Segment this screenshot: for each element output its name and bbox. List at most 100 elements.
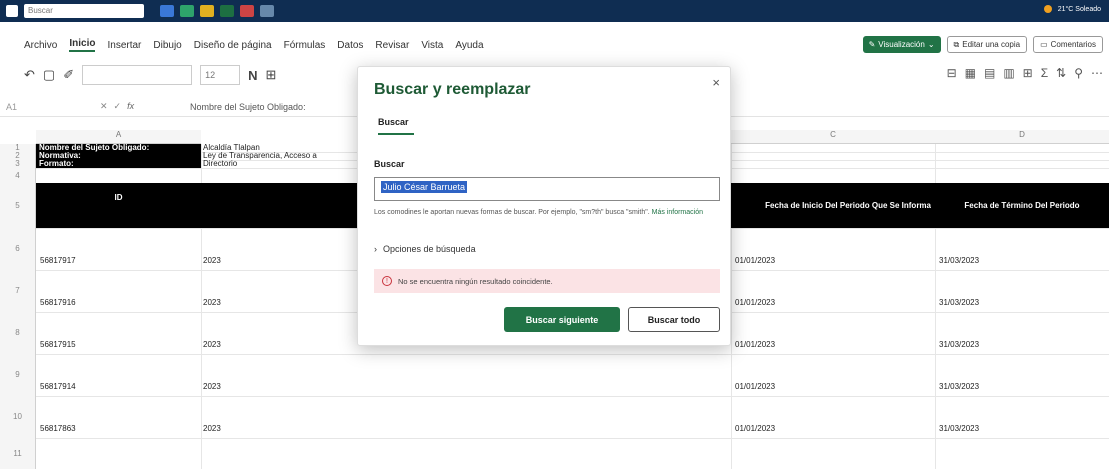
row-number[interactable]: 10 [0,396,36,438]
comment-icon: ▭ [1040,40,1048,49]
column-header-d[interactable]: D [935,130,1109,144]
toolbar-right: ⊟ ▦ ▤ ▥ ⊞ Σ ⇅ ⚲ ⋯ [947,66,1103,80]
font-size-select[interactable]: 12 [200,65,241,85]
tab-2[interactable]: Insertar [107,40,141,51]
confirm-icon[interactable]: ✓ [114,101,122,112]
cell-end-date[interactable]: 31/03/2023 [939,424,1099,433]
bold-button[interactable]: N [248,68,257,83]
search-options-toggle[interactable]: › Opciones de búsqueda [374,244,476,254]
header-id[interactable]: ID [36,183,201,228]
insert-icon[interactable]: ⊞ [1023,66,1033,80]
header-end-date[interactable]: Fecha de Término Del Periodo [935,183,1109,228]
cell-year[interactable]: 2023 [203,424,353,433]
cell-id[interactable]: 56817916 [40,298,190,307]
row-number[interactable]: 9 [0,354,36,396]
tab-9[interactable]: Ayuda [455,40,483,51]
column-header-c[interactable]: C [731,130,935,144]
excel-app-icon[interactable] [220,5,234,17]
tab-4[interactable]: Diseño de página [194,40,272,51]
cell-year[interactable]: 2023 [203,340,353,349]
tab-5[interactable]: Fórmulas [284,40,326,51]
find-next-button[interactable]: Buscar siguiente [504,307,620,332]
row-number[interactable]: 4 [0,168,36,183]
cell-year[interactable]: 2023 [203,382,353,391]
find-replace-dialog: Buscar y reemplazar × Buscar Buscar Juli… [357,66,731,346]
formula-input[interactable]: Nombre del Sujeto Obligado: [190,102,306,112]
meta-value[interactable]: Alcaldía Tlalpan [203,144,363,152]
meta-value[interactable]: Directorio [203,160,363,168]
tab-7[interactable]: Revisar [375,40,409,51]
cell-id[interactable]: 56817915 [40,340,190,349]
cell-start-date[interactable]: 01/01/2023 [735,340,925,349]
view-mode-button[interactable]: ✎ Visualización ⌄ [862,36,941,53]
comments-button[interactable]: ▭ Comentarios [1033,36,1103,53]
format-painter-icon[interactable]: ✐ [63,67,74,83]
app-icon[interactable] [200,5,214,17]
cell-end-date[interactable]: 31/03/2023 [939,256,1099,265]
app-icon[interactable] [160,5,174,17]
tab-1[interactable]: Inicio [69,38,96,52]
start-icon[interactable] [6,5,18,17]
row-gridline [36,396,1109,397]
tab-6[interactable]: Datos [337,40,363,51]
more-icon[interactable]: ⋯ [1091,66,1103,80]
row-number[interactable]: 6 [0,228,36,270]
row-number[interactable]: 7 [0,270,36,312]
find-input[interactable]: Julio César Barrueta [374,177,720,201]
weather-icon [1043,5,1052,13]
row-number[interactable]: 3 [0,160,36,168]
weather-text: 21°C Soleado [1057,5,1101,13]
find-icon[interactable]: ⚲ [1074,66,1083,80]
meta-label[interactable]: Normativa: [36,152,201,160]
cell-end-date[interactable]: 31/03/2023 [939,298,1099,307]
cell-id[interactable]: 56817917 [40,256,190,265]
cell-start-date[interactable]: 01/01/2023 [735,298,925,307]
cancel-icon[interactable]: ✕ [100,101,108,112]
cell-start-date[interactable]: 01/01/2023 [735,256,925,265]
row-number[interactable]: 11 [0,438,36,469]
tab-find[interactable]: Buscar [378,117,409,127]
app-icon[interactable] [260,5,274,17]
meta-label[interactable]: Formato: [36,160,201,168]
dialog-title: Buscar y reemplazar [374,81,531,98]
meta-value[interactable]: Ley de Transparencia, Acceso a [203,152,363,160]
cell-year[interactable]: 2023 [203,256,353,265]
row-number[interactable]: 5 [0,183,36,228]
more-info-link[interactable]: Más información [652,209,703,216]
cell-id[interactable]: 56817914 [40,382,190,391]
edit-copy-button[interactable]: ⧉ Editar una copia [946,36,1028,53]
font-family-select[interactable] [82,65,193,85]
cell-end-date[interactable]: 31/03/2023 [939,340,1099,349]
cell-year[interactable]: 2023 [203,298,353,307]
cell-start-date[interactable]: 01/01/2023 [735,424,925,433]
column-header-a[interactable]: A [36,130,201,144]
find-all-button[interactable]: Buscar todo [628,307,720,332]
row-gridline [36,354,1109,355]
sum-icon[interactable]: Σ [1041,66,1048,80]
cell-start-date[interactable]: 01/01/2023 [735,382,925,391]
undo-icon[interactable]: ↶ [24,67,35,83]
header-start-date[interactable]: Fecha de Inicio Del Periodo Que Se Infor… [731,183,935,228]
row-number[interactable]: 8 [0,312,36,354]
tab-0[interactable]: Archivo [24,40,57,51]
name-box[interactable]: A1 [0,102,100,112]
taskbar-search[interactable]: Buscar [24,4,144,18]
clipboard-icon[interactable]: ▢ [43,67,55,83]
close-icon[interactable]: × [712,75,720,90]
cell-end-date[interactable]: 31/03/2023 [939,382,1099,391]
styles-icon[interactable]: ▤ [984,66,995,80]
format-table-icon[interactable]: ▦ [965,66,976,80]
borders-icon[interactable]: ⊞ [266,67,277,83]
cell-styles-icon[interactable]: ▥ [1003,66,1014,80]
sort-icon[interactable]: ⇅ [1056,66,1066,80]
function-icon[interactable]: fx [127,101,134,112]
pencil-icon: ✎ [868,40,876,49]
copy-icon: ⧉ [953,39,960,49]
merge-icon[interactable]: ⊟ [947,66,957,80]
cell-id[interactable]: 56817863 [40,424,190,433]
app-icon[interactable] [180,5,194,17]
meta-label[interactable]: Nombre del Sujeto Obligado: [36,144,201,152]
tab-8[interactable]: Vista [421,40,443,51]
tab-3[interactable]: Dibujo [153,40,181,51]
app-icon[interactable] [240,5,254,17]
